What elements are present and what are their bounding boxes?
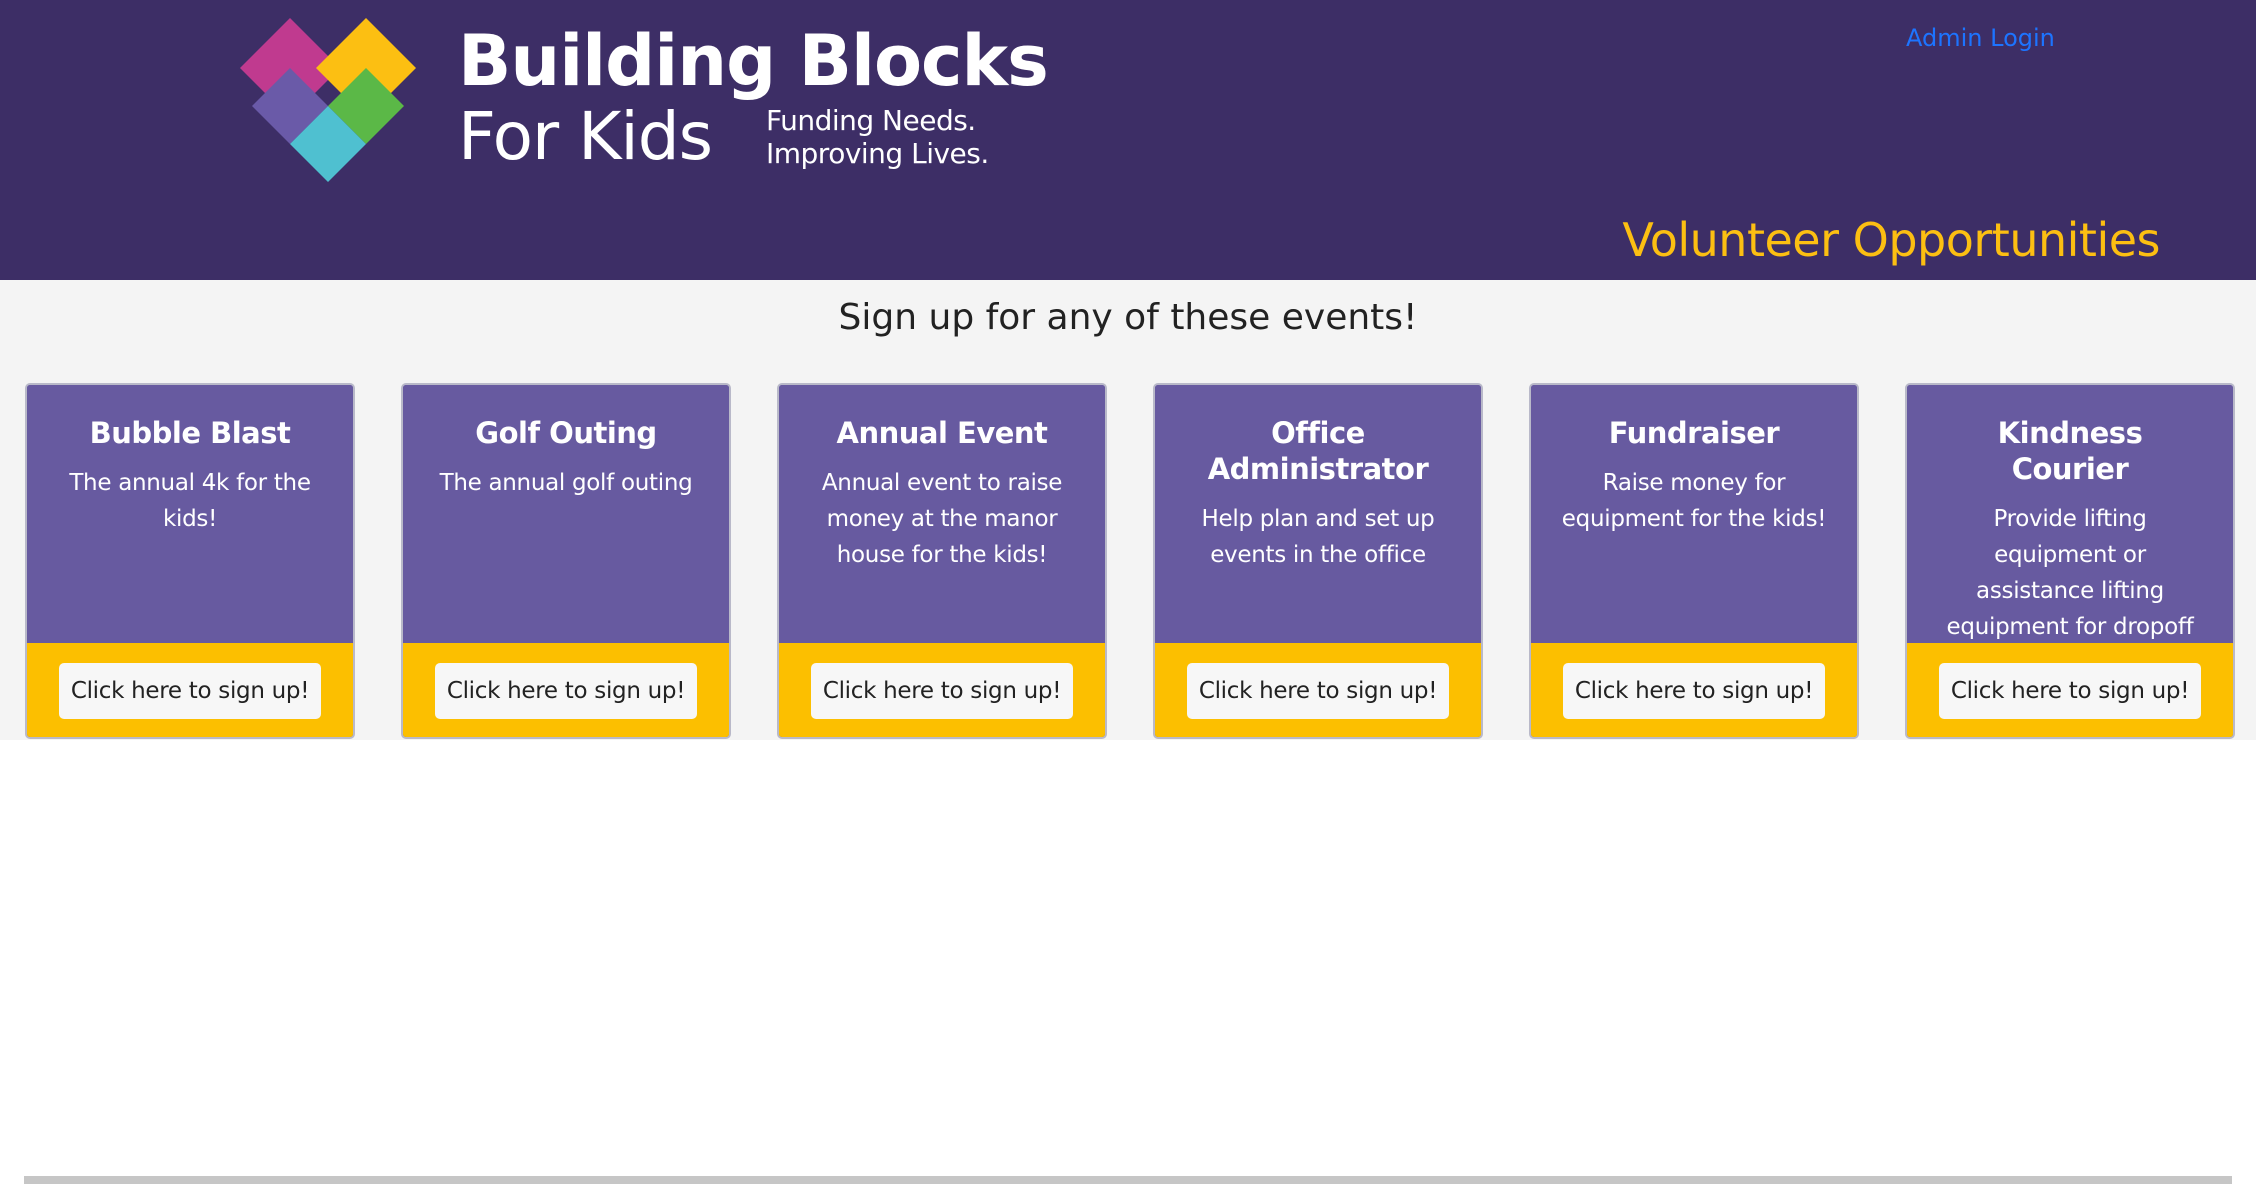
- card-body: Bubble Blast The annual 4k for the kids!: [27, 385, 353, 643]
- building-blocks-logo-icon: [240, 18, 416, 182]
- signup-button[interactable]: Click here to sign up!: [1939, 663, 2201, 719]
- admin-login-link[interactable]: Admin Login: [1906, 24, 2055, 52]
- event-card: Bubble Blast The annual 4k for the kids!…: [25, 383, 355, 739]
- card-description: The annual golf outing: [439, 470, 693, 496]
- site-header: Building Blocks For Kids Funding Needs. …: [0, 0, 2256, 280]
- card-description: The annual 4k for the kids!: [69, 470, 311, 532]
- card-body: Golf Outing The annual golf outing: [403, 385, 729, 643]
- horizontal-scrollbar[interactable]: [24, 1176, 2232, 1184]
- card-footer: Click here to sign up!: [403, 643, 729, 737]
- event-card: Golf Outing The annual golf outing Click…: [401, 383, 731, 739]
- card-title: Golf Outing: [475, 416, 657, 450]
- tagline-line1: Funding Needs.: [766, 104, 976, 137]
- brand-name: Building Blocks: [458, 20, 1049, 102]
- card-footer: Click here to sign up!: [1531, 643, 1857, 737]
- card-title: Fundraiser: [1608, 416, 1780, 450]
- card-body: Office Administrator Help plan and set u…: [1155, 385, 1481, 643]
- card-title: Bubble Blast: [89, 416, 291, 450]
- page-title: Volunteer Opportunities: [1622, 213, 2160, 267]
- card-footer: Click here to sign up!: [1907, 643, 2233, 737]
- card-description: Raise money for equipment for the kids!: [1561, 470, 1827, 532]
- event-card: Fundraiser Raise money for equipment for…: [1529, 383, 1859, 739]
- tagline-line2: Improving Lives.: [766, 137, 989, 170]
- event-card: Kindness Courier Provide lifting equipme…: [1905, 383, 2235, 739]
- card-title: Office Administrator: [1207, 416, 1429, 486]
- signup-button[interactable]: Click here to sign up!: [811, 663, 1073, 719]
- signup-button[interactable]: Click here to sign up!: [1563, 663, 1825, 719]
- event-card: Annual Event Annual event to raise money…: [777, 383, 1107, 739]
- brand-name-line2: For Kids: [458, 98, 713, 175]
- card-title: Annual Event: [836, 416, 1048, 450]
- card-body: Kindness Courier Provide lifting equipme…: [1907, 385, 2233, 643]
- card-description: Provide lifting equipment or assistance …: [1946, 506, 2194, 640]
- card-footer: Click here to sign up!: [27, 643, 353, 737]
- card-title: Kindness Courier: [1997, 416, 2143, 486]
- events-subheading: Sign up for any of these events!: [838, 297, 1418, 338]
- card-footer: Click here to sign up!: [1155, 643, 1481, 737]
- card-body: Fundraiser Raise money for equipment for…: [1531, 385, 1857, 643]
- site-logo[interactable]: Building Blocks For Kids Funding Needs. …: [218, 14, 1049, 194]
- brand-tagline: Funding Needs. Improving Lives.: [766, 104, 989, 170]
- signup-button[interactable]: Click here to sign up!: [59, 663, 321, 719]
- signup-button[interactable]: Click here to sign up!: [1187, 663, 1449, 719]
- event-cards: Bubble Blast The annual 4k for the kids!…: [0, 383, 2256, 739]
- event-card: Office Administrator Help plan and set u…: [1153, 383, 1483, 739]
- main-content: Sign up for any of these events! Bubble …: [0, 280, 2256, 740]
- card-footer: Click here to sign up!: [779, 643, 1105, 737]
- card-description: Annual event to raise money at the manor…: [821, 470, 1063, 568]
- card-description: Help plan and set up events in the offic…: [1201, 506, 1435, 568]
- signup-button[interactable]: Click here to sign up!: [435, 663, 697, 719]
- card-body: Annual Event Annual event to raise money…: [779, 385, 1105, 643]
